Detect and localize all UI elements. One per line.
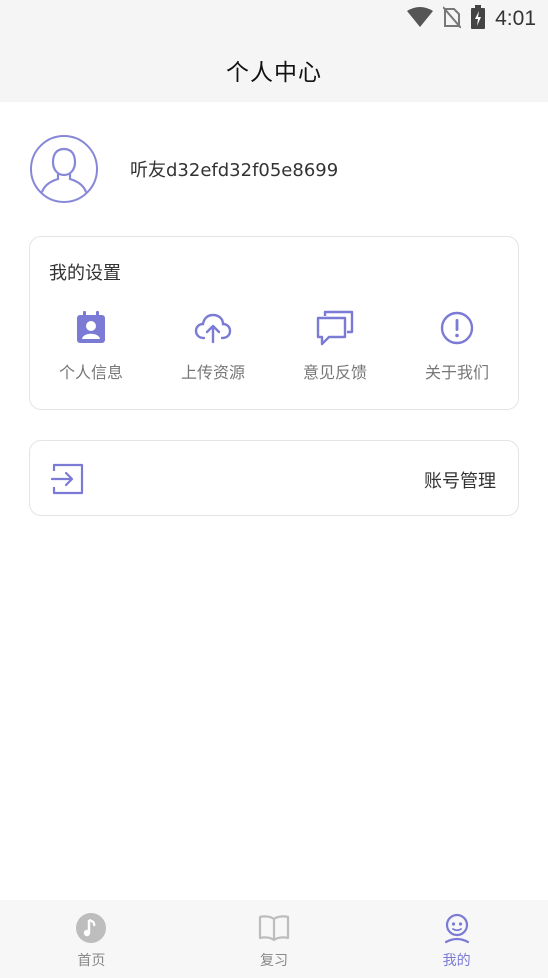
profile-face-icon — [441, 912, 473, 944]
user-avatar-icon[interactable] — [30, 135, 98, 203]
settings-item-label: 上传资源 — [180, 363, 245, 382]
nav-label: 我的 — [442, 953, 471, 969]
logout-icon — [50, 461, 86, 497]
feedback-chat-icon — [316, 309, 354, 347]
status-icons: 4:01 — [407, 5, 536, 33]
status-time: 4:01 — [495, 7, 536, 30]
nav-home[interactable]: 首页 — [0, 900, 183, 978]
settings-title: 我的设置 — [49, 263, 121, 284]
settings-card: 我的设置 个人信息 上传资源 意见反馈 关于我们 — [29, 236, 519, 410]
settings-item-label: 个人信息 — [58, 363, 123, 382]
no-sim-icon — [442, 6, 462, 32]
account-management-label: 账号管理 — [424, 471, 496, 492]
settings-item-feedback[interactable]: 意见反馈 — [274, 309, 396, 383]
cloud-upload-icon — [194, 309, 232, 347]
profile-row[interactable]: 听友d32efd32f05e8699 — [30, 133, 338, 205]
settings-item-label: 意见反馈 — [302, 363, 367, 382]
bottom-nav: 首页 复习 我的 — [0, 900, 548, 978]
music-note-icon — [75, 912, 107, 944]
username: 听友d32efd32f05e8699 — [130, 160, 339, 181]
settings-item-about[interactable]: 关于我们 — [396, 309, 518, 383]
settings-item-personal-info[interactable]: 个人信息 — [30, 309, 152, 383]
status-bar: 4:01 — [0, 0, 548, 38]
page-title: 个人中心 — [226, 60, 322, 86]
settings-item-label: 关于我们 — [424, 363, 489, 382]
account-management-row[interactable]: 账号管理 — [29, 440, 519, 516]
nav-label: 首页 — [77, 953, 106, 969]
app-header: 个人中心 — [0, 38, 548, 102]
id-card-icon — [72, 309, 110, 347]
settings-item-upload[interactable]: 上传资源 — [152, 309, 274, 383]
wifi-icon — [407, 7, 434, 31]
book-icon — [258, 912, 290, 944]
nav-review[interactable]: 复习 — [183, 900, 366, 978]
settings-grid: 个人信息 上传资源 意见反馈 关于我们 — [30, 309, 518, 383]
nav-label: 复习 — [260, 953, 288, 969]
info-exclamation-icon — [438, 309, 476, 347]
battery-charging-icon — [471, 5, 486, 33]
nav-mine[interactable]: 我的 — [365, 900, 548, 978]
